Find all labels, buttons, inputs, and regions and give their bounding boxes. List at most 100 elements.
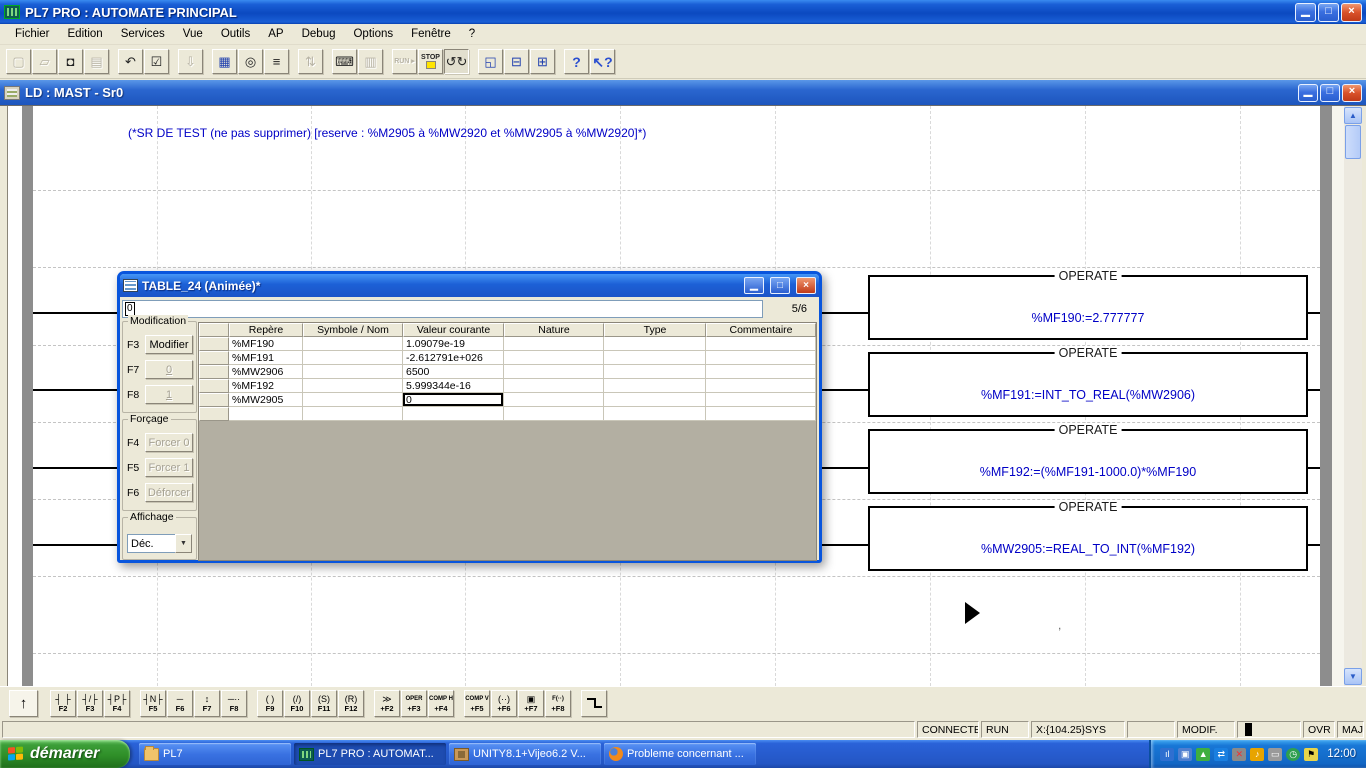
open-button[interactable]: ▱ — [32, 49, 57, 74]
display-icon[interactable]: ▭ — [1268, 748, 1282, 761]
value-edit-field[interactable]: 0 — [122, 300, 763, 318]
taskbar-task[interactable]: UNITY8.1+Vijeo6.2 V... — [449, 743, 601, 765]
animation-button[interactable]: ↺↻ — [444, 49, 469, 74]
taskbar-task[interactable]: Probleme concernant ... — [604, 743, 756, 765]
palette-button[interactable]: ┤/├ F3 — [77, 690, 103, 717]
application-browser-button[interactable]: ▦ — [212, 49, 237, 74]
chevron-down-icon[interactable]: ▼ — [175, 534, 192, 553]
print-button[interactable]: ▤ — [84, 49, 109, 74]
library-button[interactable]: ≡ — [264, 49, 289, 74]
modification-button[interactable]: 1 — [145, 385, 193, 404]
palette-button[interactable]: ( ) F9 — [257, 690, 283, 717]
tile-vertical-button[interactable]: ⊞ — [530, 49, 555, 74]
taskbar-task[interactable]: PL7 PRO : AUTOMAT... — [294, 743, 446, 765]
minimize-button[interactable]: ▁ — [1295, 3, 1316, 22]
operate-block[interactable]: OPERATE %MF192:=(%MF191-1000.0)*%MF190 — [868, 429, 1308, 494]
palette-button[interactable]: ▣ +F7 — [518, 690, 544, 717]
scheduler-icon[interactable]: ◷ — [1286, 748, 1300, 761]
tile-horizontal-button[interactable]: ⊟ — [504, 49, 529, 74]
palette-button[interactable]: (··) +F6 — [491, 690, 517, 717]
menu-item[interactable]: ? — [460, 26, 484, 42]
menu-item[interactable]: Fenêtre — [402, 26, 460, 42]
undo-button[interactable]: ↶ — [118, 49, 143, 74]
menu-item[interactable]: Vue — [174, 26, 212, 42]
row-selector[interactable] — [199, 379, 229, 393]
network-disconnected-icon[interactable]: ✕ — [1232, 748, 1246, 761]
table-row[interactable]: %MW2906 6500 — [199, 365, 816, 379]
force-button[interactable]: Forcer 1 — [145, 458, 193, 477]
modification-button[interactable]: 0 — [145, 360, 193, 379]
palette-button[interactable]: ┤P├ F4 — [104, 690, 130, 717]
search-button[interactable]: ◎ — [238, 49, 263, 74]
restore-button[interactable]: □ — [1318, 3, 1339, 22]
scroll-up-icon[interactable]: ▲ — [1344, 107, 1362, 124]
menu-item[interactable]: Outils — [212, 26, 259, 42]
modification-button[interactable]: Modifier — [145, 335, 193, 354]
palette-button[interactable]: COMP V +F5 — [464, 690, 490, 717]
new-button[interactable]: ▢ — [6, 49, 31, 74]
child-minimize-button[interactable]: ▁ — [1298, 84, 1318, 102]
palette-button[interactable]: OPER +F3 — [401, 690, 427, 717]
palette-button[interactable]: (S) F11 — [311, 690, 337, 717]
plc-transfer-button[interactable]: ⇅ — [298, 49, 323, 74]
palette-button[interactable]: ─ F6 — [167, 690, 193, 717]
child-restore-button[interactable]: □ — [1320, 84, 1340, 102]
palette-button[interactable]: F(··) +F8 — [545, 690, 571, 717]
dialog-minimize-button[interactable]: ▁ — [744, 277, 764, 294]
row-selector[interactable] — [199, 351, 229, 365]
scroll-down-icon[interactable]: ▼ — [1344, 668, 1362, 685]
menu-item[interactable]: Services — [112, 26, 174, 42]
menu-item[interactable]: Edition — [59, 26, 112, 42]
palette-button[interactable]: ─·· F8 — [221, 690, 247, 717]
menu-item[interactable]: AP — [259, 26, 292, 42]
table-row[interactable]: %MW2905 0 — [199, 393, 816, 407]
taskbar-task[interactable]: PL7 — [139, 743, 291, 765]
import-button[interactable]: ⇩ — [178, 49, 203, 74]
row-selector[interactable] — [199, 365, 229, 379]
operate-block[interactable]: OPERATE %MF191:=INT_TO_REAL(%MW2906) — [868, 352, 1308, 417]
run-button[interactable]: RUN ▸ — [392, 49, 417, 74]
remote-desktop-icon[interactable]: ▣ — [1178, 748, 1192, 761]
safely-remove-icon[interactable]: ▲ — [1196, 748, 1210, 761]
dialog-close-button[interactable]: × — [796, 277, 816, 294]
palette-button[interactable]: (R) F12 — [338, 690, 364, 717]
vertical-scrollbar[interactable]: ▲ ▼ — [1344, 106, 1362, 686]
grid-button[interactable]: ▥ — [358, 49, 383, 74]
help-button[interactable]: ? — [564, 49, 589, 74]
save-button[interactable]: ◘ — [58, 49, 83, 74]
confirm-button[interactable]: ☑ — [144, 49, 169, 74]
half-rung-button[interactable] — [581, 690, 607, 717]
volume-icon[interactable]: ♪ — [1250, 748, 1264, 761]
palette-button[interactable]: ┤N├ F5 — [140, 690, 166, 717]
cascade-windows-button[interactable]: ◱ — [478, 49, 503, 74]
display-format-dropdown[interactable]: Déc. ▼ — [127, 534, 192, 553]
scrollbar-thumb[interactable] — [1345, 125, 1361, 159]
start-button[interactable]: démarrer — [0, 740, 130, 768]
operate-block[interactable]: OPERATE %MW2905:=REAL_TO_INT(%MF192) — [868, 506, 1308, 571]
row-selector[interactable] — [199, 393, 229, 407]
table-row[interactable]: %MF190 1.09079e-19 — [199, 337, 816, 351]
scroll-up-palette-button[interactable]: ↑ — [9, 690, 38, 717]
palette-button[interactable]: ↕ F7 — [194, 690, 220, 717]
menu-item[interactable]: Debug — [293, 26, 345, 42]
terminal-mode-button[interactable]: ⌨ — [332, 49, 357, 74]
menu-item[interactable]: Options — [344, 26, 402, 42]
dialog-maximize-button[interactable]: □ — [770, 277, 790, 294]
teamviewer-icon[interactable]: ⇄ — [1214, 748, 1228, 761]
operate-block[interactable]: OPERATE %MF190:=2.777777 — [868, 275, 1308, 340]
table-row[interactable]: %MF191 -2.612791e+026 — [199, 351, 816, 365]
close-button[interactable]: × — [1341, 3, 1362, 22]
language-icon[interactable]: ⚑ — [1304, 748, 1318, 761]
child-close-button[interactable]: × — [1342, 84, 1362, 102]
force-button[interactable]: Déforcer — [145, 483, 193, 502]
empty-table-row[interactable] — [199, 407, 816, 421]
network-signal-icon[interactable]: ıl — [1160, 748, 1174, 761]
palette-button[interactable]: (/) F10 — [284, 690, 310, 717]
stop-button[interactable]: STOP — [418, 49, 443, 74]
force-button[interactable]: Forcer 0 — [145, 433, 193, 452]
palette-button[interactable]: ┤ ├ F2 — [50, 690, 76, 717]
menu-item[interactable]: Fichier — [6, 26, 59, 42]
palette-button[interactable]: COMP H +F4 — [428, 690, 454, 717]
table-row[interactable]: %MF192 5.999344e-16 — [199, 379, 816, 393]
context-help-button[interactable]: ↖? — [590, 49, 615, 74]
